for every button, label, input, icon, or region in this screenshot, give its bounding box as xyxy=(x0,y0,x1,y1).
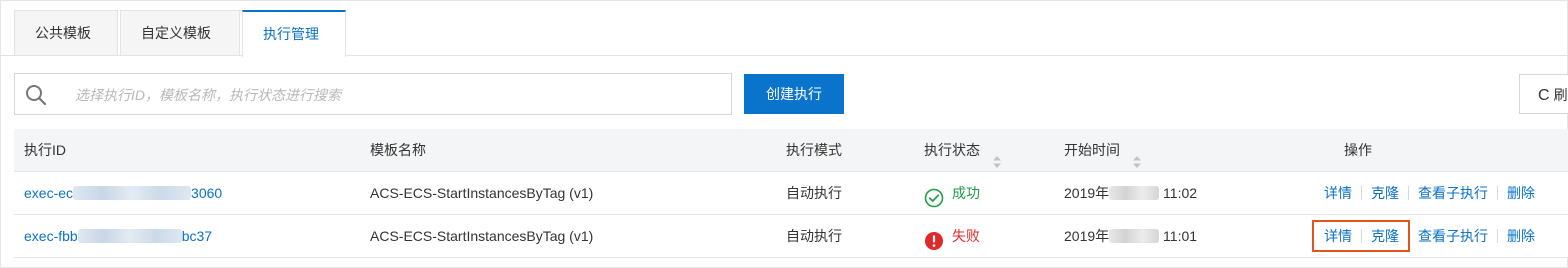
tab-execution-management[interactable]: 执行管理 xyxy=(242,10,346,57)
execution-id-suffix: bc37 xyxy=(181,228,213,244)
clone-link[interactable]: 克隆 xyxy=(1371,185,1399,201)
redacted-block xyxy=(77,229,182,244)
header-execution-status[interactable]: 执行状态 xyxy=(924,129,1002,171)
redacted-block xyxy=(1109,229,1160,244)
start-time-prefix: 2019年 xyxy=(1064,228,1110,244)
search-input[interactable] xyxy=(73,74,717,116)
start-time: 2019年 11:01 xyxy=(1064,215,1197,257)
redacted-block xyxy=(1109,186,1160,201)
view-child-executions-link[interactable]: 查看子执行 xyxy=(1418,185,1488,201)
error-circle-icon xyxy=(924,225,944,251)
refresh-label: 刷 xyxy=(1553,87,1568,103)
divider xyxy=(1497,186,1498,201)
tab-public-templates[interactable]: 公共模板 xyxy=(14,10,118,55)
template-name: ACS-ECS-StartInstancesByTag (v1) xyxy=(370,228,594,244)
tab-bar: 公共模板 自定义模板 执行管理 xyxy=(14,10,348,57)
refresh-icon: C xyxy=(1538,87,1550,104)
header-execution-mode: 执行模式 xyxy=(786,142,842,158)
divider xyxy=(1361,186,1362,201)
status-text: 成功 xyxy=(952,185,980,201)
table-row: exec-fbb bc37 ACS-ECS-StartInstancesByTag… xyxy=(14,215,1568,258)
start-time-prefix: 2019年 xyxy=(1064,185,1110,201)
delete-link[interactable]: 删除 xyxy=(1507,185,1535,201)
status-text: 失败 xyxy=(952,228,980,244)
tab-custom-templates[interactable]: 自定义模板 xyxy=(120,10,240,55)
sort-icon[interactable] xyxy=(1132,143,1142,169)
row-actions: 详情 克隆 查看子执行 删除 xyxy=(1324,215,1535,257)
row-actions: 详情 克隆 查看子执行 删除 xyxy=(1324,172,1535,214)
delete-link[interactable]: 删除 xyxy=(1507,228,1535,244)
table-row: exec-ec 3060 ACS-ECS-StartInstancesByTag … xyxy=(14,172,1568,215)
view-child-executions-link[interactable]: 查看子执行 xyxy=(1418,228,1488,244)
execution-id-suffix: 3060 xyxy=(191,185,223,201)
divider xyxy=(1497,229,1498,244)
executions-table: 执行ID 模板名称 执行模式 执行状态 开始时间 操作 exec-ec 3060 … xyxy=(14,129,1568,258)
refresh-button[interactable]: C刷 xyxy=(1519,74,1568,114)
start-time: 2019年 11:02 xyxy=(1064,172,1197,214)
search-box[interactable] xyxy=(14,73,732,116)
search-icon xyxy=(25,84,47,106)
divider xyxy=(1408,229,1409,244)
divider xyxy=(1408,186,1409,201)
sort-icon[interactable] xyxy=(992,143,1002,169)
create-execution-button[interactable]: 创建执行 xyxy=(744,74,844,114)
clone-link[interactable]: 克隆 xyxy=(1371,228,1399,244)
header-start-time[interactable]: 开始时间 xyxy=(1064,129,1142,171)
table-header: 执行ID 模板名称 执行模式 执行状态 开始时间 操作 xyxy=(14,129,1568,172)
status-badge: 成功 xyxy=(924,172,980,214)
detail-link[interactable]: 详情 xyxy=(1324,185,1352,201)
detail-link[interactable]: 详情 xyxy=(1324,228,1352,244)
start-time-suffix: 11:01 xyxy=(1163,228,1198,244)
header-template-name: 模板名称 xyxy=(370,142,426,158)
header-actions: 操作 xyxy=(1344,142,1372,158)
divider xyxy=(1361,229,1362,244)
start-time-suffix: 11:02 xyxy=(1163,185,1198,201)
header-execution-status-label: 执行状态 xyxy=(924,142,980,158)
execution-id-prefix: exec-ec xyxy=(24,185,74,201)
execution-mode: 自动执行 xyxy=(786,185,842,201)
status-badge: 失败 xyxy=(924,215,980,257)
execution-id-link[interactable]: exec-ec 3060 xyxy=(24,172,222,214)
execution-id-link[interactable]: exec-fbb bc37 xyxy=(24,215,212,257)
execution-mode: 自动执行 xyxy=(786,228,842,244)
execution-id-prefix: exec-fbb xyxy=(24,228,78,244)
template-name: ACS-ECS-StartInstancesByTag (v1) xyxy=(370,185,594,201)
check-circle-icon xyxy=(924,182,944,208)
redacted-block xyxy=(73,186,192,201)
header-execution-id: 执行ID xyxy=(24,142,66,158)
header-start-time-label: 开始时间 xyxy=(1064,142,1120,158)
